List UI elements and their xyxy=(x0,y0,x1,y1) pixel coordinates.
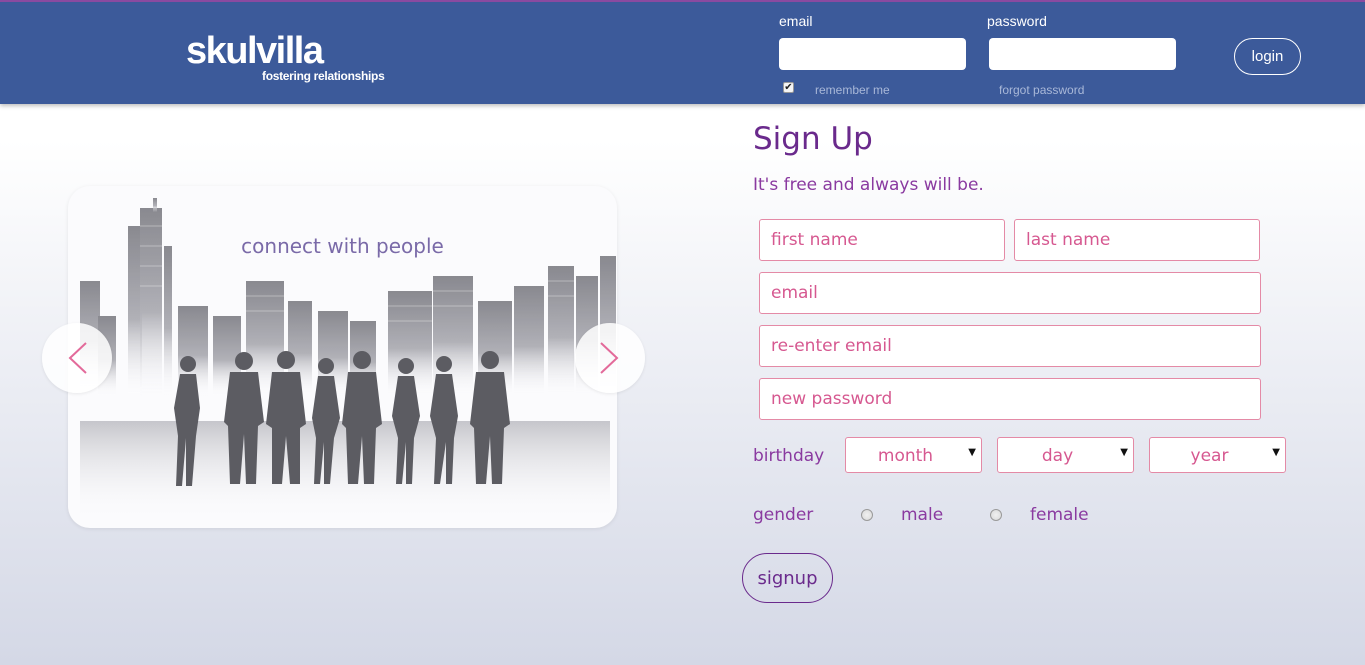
month-select-value: month xyxy=(877,446,934,466)
carousel-next-button[interactable] xyxy=(575,323,645,393)
day-select-value: day xyxy=(1041,446,1074,466)
month-select[interactable]: month ▼ xyxy=(845,437,982,473)
last-name-input[interactable] xyxy=(1014,219,1260,261)
carousel-caption: connect with people xyxy=(241,234,444,258)
reenter-email-input[interactable] xyxy=(759,325,1261,367)
dropdown-arrow-icon: ▼ xyxy=(1120,447,1128,458)
chevron-right-icon xyxy=(600,342,619,374)
dropdown-arrow-icon: ▼ xyxy=(1272,447,1280,458)
signup-button[interactable]: signup xyxy=(742,553,833,603)
login-password-input[interactable] xyxy=(989,38,1176,70)
female-label: female xyxy=(1030,505,1089,525)
gender-label: gender xyxy=(753,505,814,525)
carousel-prev-button[interactable] xyxy=(42,323,112,393)
login-email-input[interactable] xyxy=(779,38,966,70)
logo-name: skulvilla xyxy=(186,30,324,72)
checkmark-icon: ✔ xyxy=(784,82,793,93)
email-label: email xyxy=(779,13,813,29)
top-navigation-bar: skulvilla fostering relationships email … xyxy=(0,0,1365,104)
password-label: password xyxy=(987,13,1047,29)
login-button[interactable]: login xyxy=(1234,38,1301,75)
chevron-left-icon xyxy=(68,342,87,374)
forgot-password-link[interactable]: forgot password xyxy=(999,83,1084,97)
dropdown-arrow-icon: ▼ xyxy=(968,447,976,458)
day-select[interactable]: day ▼ xyxy=(997,437,1134,473)
new-password-input[interactable] xyxy=(759,378,1261,420)
signup-subtitle: It's free and always will be. xyxy=(753,175,984,195)
male-label: male xyxy=(901,505,944,525)
year-select[interactable]: year ▼ xyxy=(1149,437,1286,473)
image-carousel: connect with people xyxy=(68,186,617,528)
logo-tagline: fostering relationships xyxy=(262,69,385,83)
male-radio[interactable] xyxy=(861,509,873,521)
remember-me-checkbox[interactable]: ✔ xyxy=(783,82,794,93)
female-radio[interactable] xyxy=(990,509,1002,521)
signup-title: Sign Up xyxy=(753,121,873,157)
site-logo[interactable]: skulvilla fostering relationships xyxy=(186,30,385,83)
first-name-input[interactable] xyxy=(759,219,1005,261)
remember-me-label: remember me xyxy=(815,83,890,97)
birthday-label: birthday xyxy=(753,446,825,466)
email-input[interactable] xyxy=(759,272,1261,314)
year-select-value: year xyxy=(1190,446,1229,466)
